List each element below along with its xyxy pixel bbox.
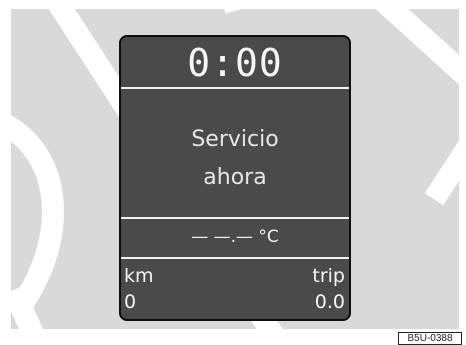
odometer-value: 0 [124,291,137,313]
instrument-cluster-figure: 0:00 Servicio ahora — —.— °C km trip 0 0… [0,0,466,345]
trip-label: trip [312,265,345,287]
service-message-line-2: ahora [203,165,267,190]
clock-readout: 0:00 [187,41,283,85]
display-divider-middle [121,217,349,219]
odometer-label: km [124,265,154,287]
display-divider-bottom [121,257,349,259]
outside-temperature-readout: — —.— °C [191,227,279,247]
figure-code-label: B5U-0388 [398,332,462,345]
service-message-line-1: Servicio [191,127,279,152]
trip-value: 0.0 [314,291,345,313]
multifunction-display: 0:00 Servicio ahora — —.— °C km trip 0 0… [119,35,351,321]
display-divider-top [121,87,349,89]
